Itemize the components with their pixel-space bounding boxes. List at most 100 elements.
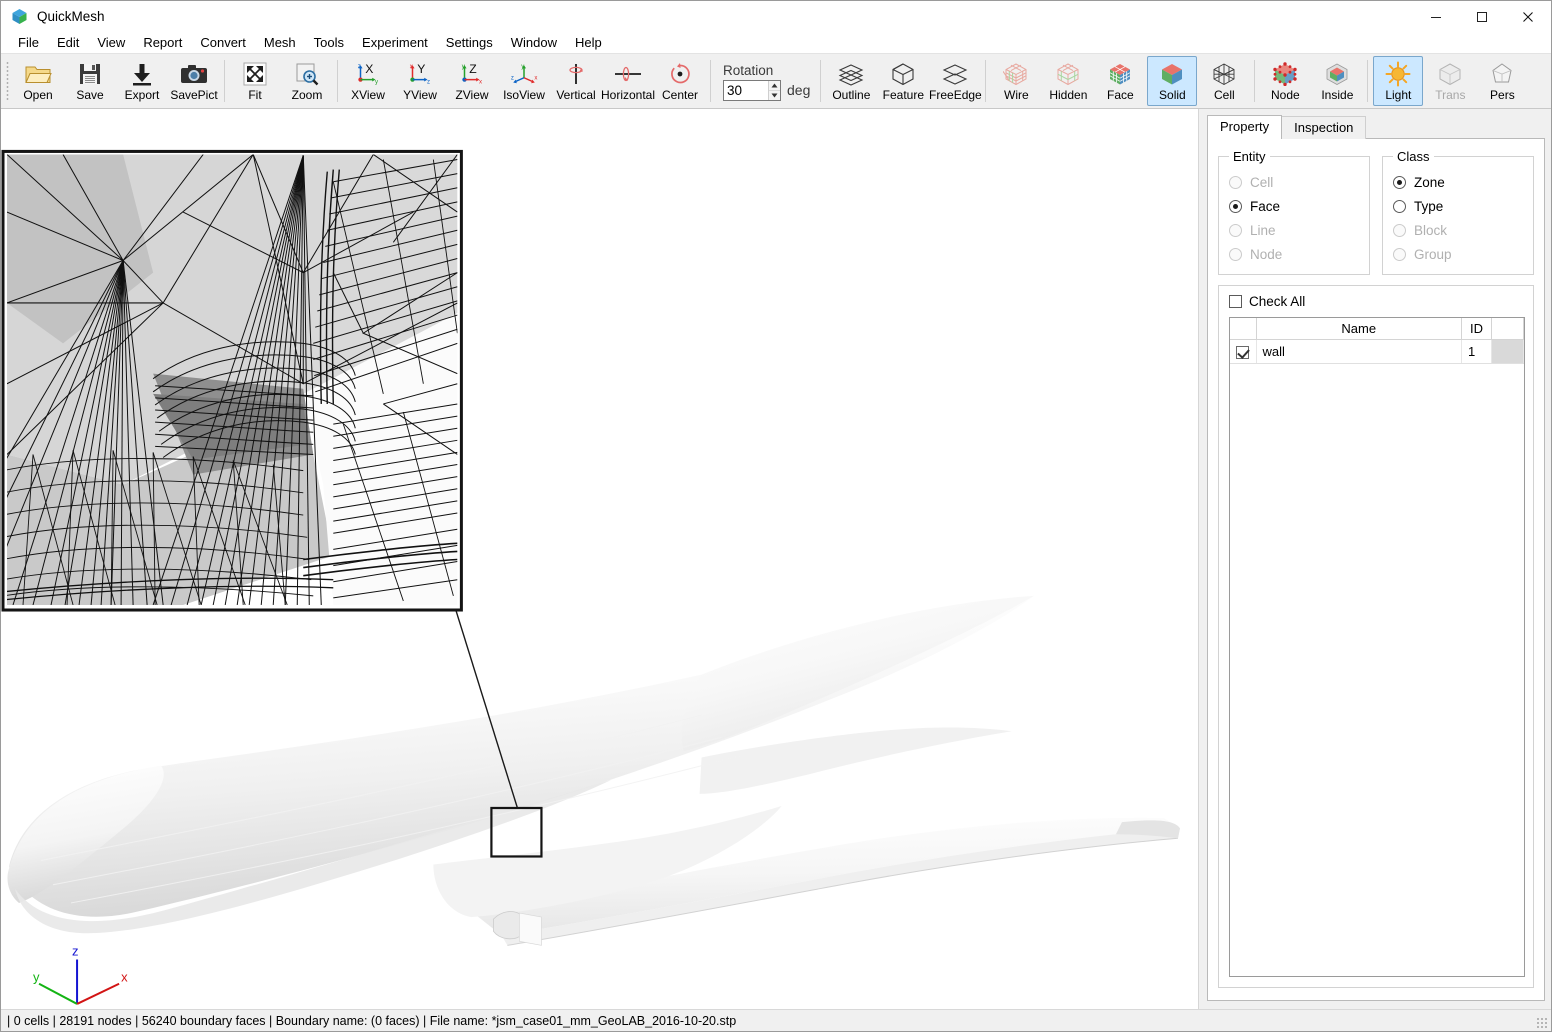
zoom-button[interactable]: Zoom	[282, 56, 332, 106]
spin-up-icon[interactable]	[768, 81, 780, 91]
menu-window[interactable]: Window	[502, 33, 566, 52]
entity-option-node[interactable]: Node	[1229, 242, 1361, 266]
feature-button[interactable]: Feature	[878, 56, 928, 106]
rotate-center-button[interactable]: Center	[655, 56, 705, 106]
savepict-button[interactable]: SavePict	[169, 56, 219, 106]
svg-text:x: x	[410, 63, 413, 70]
menu-settings[interactable]: Settings	[437, 33, 502, 52]
check-all-row[interactable]: Check All	[1229, 294, 1525, 309]
main-toolbar: Open Save Export SavePict Fit Zoom z y X…	[1, 54, 1551, 109]
radio-zone-icon	[1393, 175, 1406, 189]
rotate-vertical-button[interactable]: Vertical	[551, 56, 601, 106]
entity-option-line[interactable]: Line	[1229, 218, 1361, 242]
spin-down-icon[interactable]	[769, 91, 780, 100]
class-option-group[interactable]: Group	[1393, 242, 1525, 266]
class-option-block[interactable]: Block	[1393, 218, 1525, 242]
property-panel: Property Inspection Entity Cell Face Lin…	[1199, 109, 1551, 1009]
entity-option-cell[interactable]: Cell	[1229, 170, 1361, 194]
application-window: QuickMesh File Edit View Report Convert …	[0, 0, 1552, 1032]
resize-grip-icon[interactable]	[1536, 1017, 1548, 1029]
svg-text:z: z	[511, 75, 514, 82]
rotation-spinbox[interactable]	[723, 79, 781, 101]
row-checkbox-icon[interactable]	[1236, 346, 1250, 360]
menu-help[interactable]: Help	[566, 33, 611, 52]
mesh-detail-inset	[1, 149, 463, 612]
row-id-cell: 1	[1461, 339, 1492, 364]
isoview-button[interactable]: y z x IsoView	[499, 56, 549, 106]
entity-option-node-label: Node	[1250, 246, 1283, 262]
svg-text:X: X	[365, 62, 373, 76]
pers-button[interactable]: Pers	[1477, 56, 1527, 106]
open-button[interactable]: Open	[13, 56, 63, 106]
hidden-button[interactable]: Hidden	[1043, 56, 1093, 106]
status-bar: | 0 cells | 28191 nodes | 56240 boundary…	[1, 1009, 1551, 1031]
class-option-zone-label: Zone	[1414, 174, 1445, 190]
menu-convert[interactable]: Convert	[191, 33, 255, 52]
rotation-row: deg	[723, 79, 810, 101]
3d-viewport[interactable]: z y x	[1, 109, 1199, 1009]
class-option-zone[interactable]: Zone	[1393, 170, 1525, 194]
menu-tools[interactable]: Tools	[305, 33, 353, 52]
export-button[interactable]: Export	[117, 56, 167, 106]
rotate-horizontal-button[interactable]: Horizontal	[600, 56, 656, 106]
outline-layers-icon	[836, 61, 866, 87]
radio-node-icon	[1229, 247, 1242, 261]
radio-line-icon	[1229, 223, 1242, 237]
row-checkbox-cell[interactable]	[1230, 339, 1257, 364]
savepict-button-label: SavePict	[170, 88, 218, 102]
toolbar-separator-6	[1254, 60, 1256, 102]
camera-icon	[179, 61, 209, 87]
toolbar-separator-5	[985, 60, 987, 102]
inside-button[interactable]: Inside	[1312, 56, 1362, 106]
outline-button[interactable]: Outline	[826, 56, 876, 106]
class-legend: Class	[1397, 149, 1430, 164]
solid-button[interactable]: Solid	[1147, 56, 1198, 106]
tab-property[interactable]: Property	[1207, 115, 1283, 139]
minimize-button[interactable]	[1413, 1, 1459, 32]
face-button[interactable]: Face	[1095, 56, 1145, 106]
menu-experiment[interactable]: Experiment	[353, 33, 437, 52]
check-all-checkbox-icon[interactable]	[1229, 295, 1242, 308]
cell-button[interactable]: Cell	[1199, 56, 1249, 106]
menu-file[interactable]: File	[9, 33, 48, 52]
freeedge-button[interactable]: FreeEdge	[929, 56, 982, 106]
entity-groupbox: Entity Cell Face Line Node	[1218, 149, 1370, 275]
close-button[interactable]	[1505, 1, 1551, 32]
menu-mesh[interactable]: Mesh	[255, 33, 305, 52]
menu-view[interactable]: View	[88, 33, 134, 52]
table-row[interactable]: wall 1	[1230, 339, 1524, 364]
viewport-canvas[interactable]: z y x	[1, 109, 1198, 1009]
menu-edit[interactable]: Edit	[48, 33, 88, 52]
radio-cell-icon	[1229, 175, 1242, 189]
toolbar-group-axis-views: z y X XView x z Y YView y x Z ZView y z …	[342, 54, 550, 108]
tab-inspection[interactable]: Inspection	[1281, 116, 1367, 139]
check-all-label: Check All	[1249, 294, 1306, 309]
maximize-button[interactable]	[1459, 1, 1505, 32]
sun-light-icon	[1383, 61, 1413, 87]
menu-report[interactable]: Report	[134, 33, 191, 52]
toolbar-grip[interactable]	[3, 54, 12, 108]
solid-cube-icon	[1157, 61, 1187, 87]
rotation-input[interactable]	[724, 80, 768, 100]
fit-button[interactable]: Fit	[230, 56, 280, 106]
export-button-label: Export	[124, 88, 160, 102]
rotate-horizontal-label: Horizontal	[600, 88, 656, 102]
entity-option-face[interactable]: Face	[1229, 194, 1361, 218]
row-pad-cell	[1491, 339, 1524, 364]
xview-button[interactable]: z y X XView	[343, 56, 393, 106]
wire-button[interactable]: Wire	[991, 56, 1041, 106]
class-option-type[interactable]: Type	[1393, 194, 1525, 218]
zone-table[interactable]: Name ID wall 1	[1229, 317, 1525, 977]
zone-list-groupbox: Check All Name ID wall 1	[1218, 285, 1534, 988]
zoom-magnifier-icon	[292, 61, 322, 87]
node-button[interactable]: Node	[1260, 56, 1310, 106]
light-button[interactable]: Light	[1373, 56, 1424, 106]
face-button-label: Face	[1107, 88, 1134, 102]
trans-button[interactable]: Trans	[1425, 56, 1475, 106]
save-button[interactable]: Save	[65, 56, 115, 106]
yview-button[interactable]: x z Y YView	[395, 56, 445, 106]
toolbar-separator-7	[1367, 60, 1369, 102]
rotation-label: Rotation	[723, 62, 774, 78]
rotation-spin-arrows[interactable]	[767, 80, 780, 100]
zview-button[interactable]: y x Z ZView	[447, 56, 497, 106]
